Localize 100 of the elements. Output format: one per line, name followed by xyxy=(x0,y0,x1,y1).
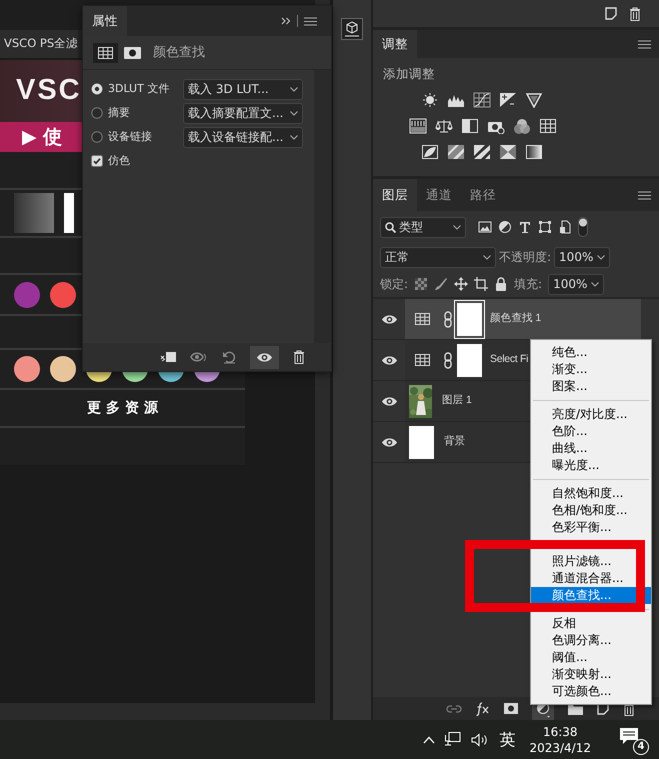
visibility-eye-icon[interactable] xyxy=(256,352,273,362)
blend-mode-dropdown[interactable]: 正常 xyxy=(380,246,496,268)
trash-icon[interactable] xyxy=(293,350,305,364)
trash-icon[interactable] xyxy=(629,6,641,20)
link-icon xyxy=(444,310,452,328)
layer-name: Select Fi xyxy=(490,352,528,368)
menu-item[interactable]: 阈值... xyxy=(531,649,651,666)
notification-count: 4 xyxy=(633,738,649,754)
menu-item[interactable]: 色彩平衡... xyxy=(531,519,651,536)
caret-icon xyxy=(290,134,298,140)
network-icon[interactable] xyxy=(445,732,462,747)
menu-item[interactable]: 可选颜色... xyxy=(531,683,651,700)
notification-icon[interactable] xyxy=(619,726,639,744)
taskbar-time[interactable]: 16:38 xyxy=(542,724,578,740)
adjustment-type-button[interactable] xyxy=(93,42,118,62)
chevron-up-icon[interactable] xyxy=(423,736,436,744)
grid-icon[interactable] xyxy=(539,118,557,134)
visibility-eye-icon[interactable] xyxy=(380,396,398,406)
volume-icon[interactable] xyxy=(471,732,490,746)
brush-lock-icon[interactable] xyxy=(434,277,448,291)
divider-icon xyxy=(297,15,298,27)
clip-to-layer-icon[interactable] xyxy=(160,351,176,363)
gradient-map-icon[interactable] xyxy=(525,144,543,160)
visibility-eye-icon[interactable] xyxy=(380,314,398,324)
layer-name: 背景 xyxy=(444,434,466,450)
curves-icon[interactable] xyxy=(473,92,491,108)
balance-scale-icon[interactable] xyxy=(435,118,453,134)
menu-icon[interactable] xyxy=(638,40,651,48)
panel-tab[interactable]: 路径 xyxy=(461,179,505,211)
lut-dropdown[interactable]: 载入 3D LUT... xyxy=(183,78,303,100)
menu-item[interactable]: 色调分离... xyxy=(531,632,651,649)
footer-text: 更 多 资 源 xyxy=(87,398,158,418)
option-label: 仿色 xyxy=(108,152,130,169)
link-icon[interactable] xyxy=(446,704,462,712)
visibility-eye-icon[interactable] xyxy=(380,436,398,448)
layer-row[interactable]: 颜色查找 1 xyxy=(405,299,641,339)
menu-item[interactable]: 通道混合器... xyxy=(531,570,651,587)
invert-icon[interactable] xyxy=(421,144,439,160)
lut-dropdown[interactable]: 载入设备链接配... xyxy=(183,126,303,148)
menu-item[interactable]: 渐变映射... xyxy=(531,666,651,683)
radio-button[interactable] xyxy=(91,131,103,143)
layer-name: 图层 1 xyxy=(442,393,472,408)
menu-item[interactable]: 照片滤镜... xyxy=(531,553,651,570)
reset-icon[interactable] xyxy=(222,350,236,364)
threshold-icon[interactable] xyxy=(473,144,491,160)
radio-button[interactable] xyxy=(91,83,103,95)
shape-filter-icon[interactable] xyxy=(538,220,552,234)
menu-item[interactable]: 色相/饱和度... xyxy=(531,502,651,519)
mask-icon[interactable] xyxy=(504,703,518,714)
menu-item[interactable]: 反相 xyxy=(531,615,651,632)
opacity-field[interactable]: 100% xyxy=(554,246,610,268)
color-block xyxy=(64,193,74,233)
type-filter-icon[interactable] xyxy=(518,220,532,234)
hourglass-icon[interactable] xyxy=(499,144,517,160)
smart-object-filter-icon[interactable] xyxy=(558,220,572,234)
posterize-icon[interactable] xyxy=(447,144,465,160)
view-previous-icon[interactable] xyxy=(190,351,208,363)
banner-title: VSC xyxy=(16,73,82,108)
caret-icon xyxy=(290,110,298,116)
move-lock-icon[interactable] xyxy=(454,277,468,291)
visibility-eye-icon[interactable] xyxy=(380,354,398,366)
gradient-swatch xyxy=(14,193,54,233)
filter-dropdown[interactable]: 类型 xyxy=(380,216,466,238)
caret-icon xyxy=(591,282,600,286)
mask-icon[interactable] xyxy=(124,46,141,58)
menu-icon[interactable] xyxy=(304,16,317,26)
document-tab[interactable]: VSCO PS全滤 xyxy=(0,30,78,58)
taskbar-date[interactable]: 2023/4/12 xyxy=(529,740,591,756)
brightness-icon[interactable] xyxy=(421,92,439,108)
adjustment-filter-icon[interactable] xyxy=(498,220,512,234)
checker-lock-icon[interactable] xyxy=(414,277,428,291)
panel-icon[interactable] xyxy=(341,18,363,40)
fill-field[interactable]: 100% xyxy=(548,274,604,294)
image-filter-icon[interactable] xyxy=(478,220,492,234)
lut-dropdown[interactable]: 载入摘要配置文... xyxy=(183,102,303,124)
overlapping-circles-icon[interactable] xyxy=(513,118,531,134)
panel-tab[interactable]: 图层 xyxy=(373,179,417,211)
opacity-label: 不透明度: xyxy=(499,249,552,266)
fx-icon[interactable] xyxy=(476,702,490,716)
radio-button[interactable] xyxy=(91,107,103,119)
menu-item[interactable]: 自然饱和度... xyxy=(531,485,651,502)
search-icon xyxy=(385,222,396,232)
panel-tab[interactable]: 调整 xyxy=(373,30,417,58)
menu-icon[interactable] xyxy=(638,190,651,200)
layer-mask-thumbnail xyxy=(457,302,482,336)
option-label: 摘要 xyxy=(108,104,130,121)
panel-tab[interactable]: 属性 xyxy=(83,6,127,36)
double-chevron-icon[interactable] xyxy=(281,17,291,25)
half-square-icon[interactable] xyxy=(461,118,479,134)
checkbox[interactable] xyxy=(91,155,103,167)
adjustment-layer-icon xyxy=(415,313,430,325)
panel-tab[interactable]: 通道 xyxy=(417,179,461,211)
triangle-icon[interactable] xyxy=(525,92,543,108)
gradient-bars-icon[interactable] xyxy=(409,118,427,134)
input-method-indicator[interactable]: 英 xyxy=(499,728,516,752)
crop-lock-icon[interactable] xyxy=(474,277,488,291)
new-layer-icon[interactable] xyxy=(605,7,617,20)
lock-icon[interactable] xyxy=(494,277,508,291)
toggle-icon[interactable] xyxy=(578,217,588,237)
layer-name: 颜色查找 1 xyxy=(490,311,541,326)
